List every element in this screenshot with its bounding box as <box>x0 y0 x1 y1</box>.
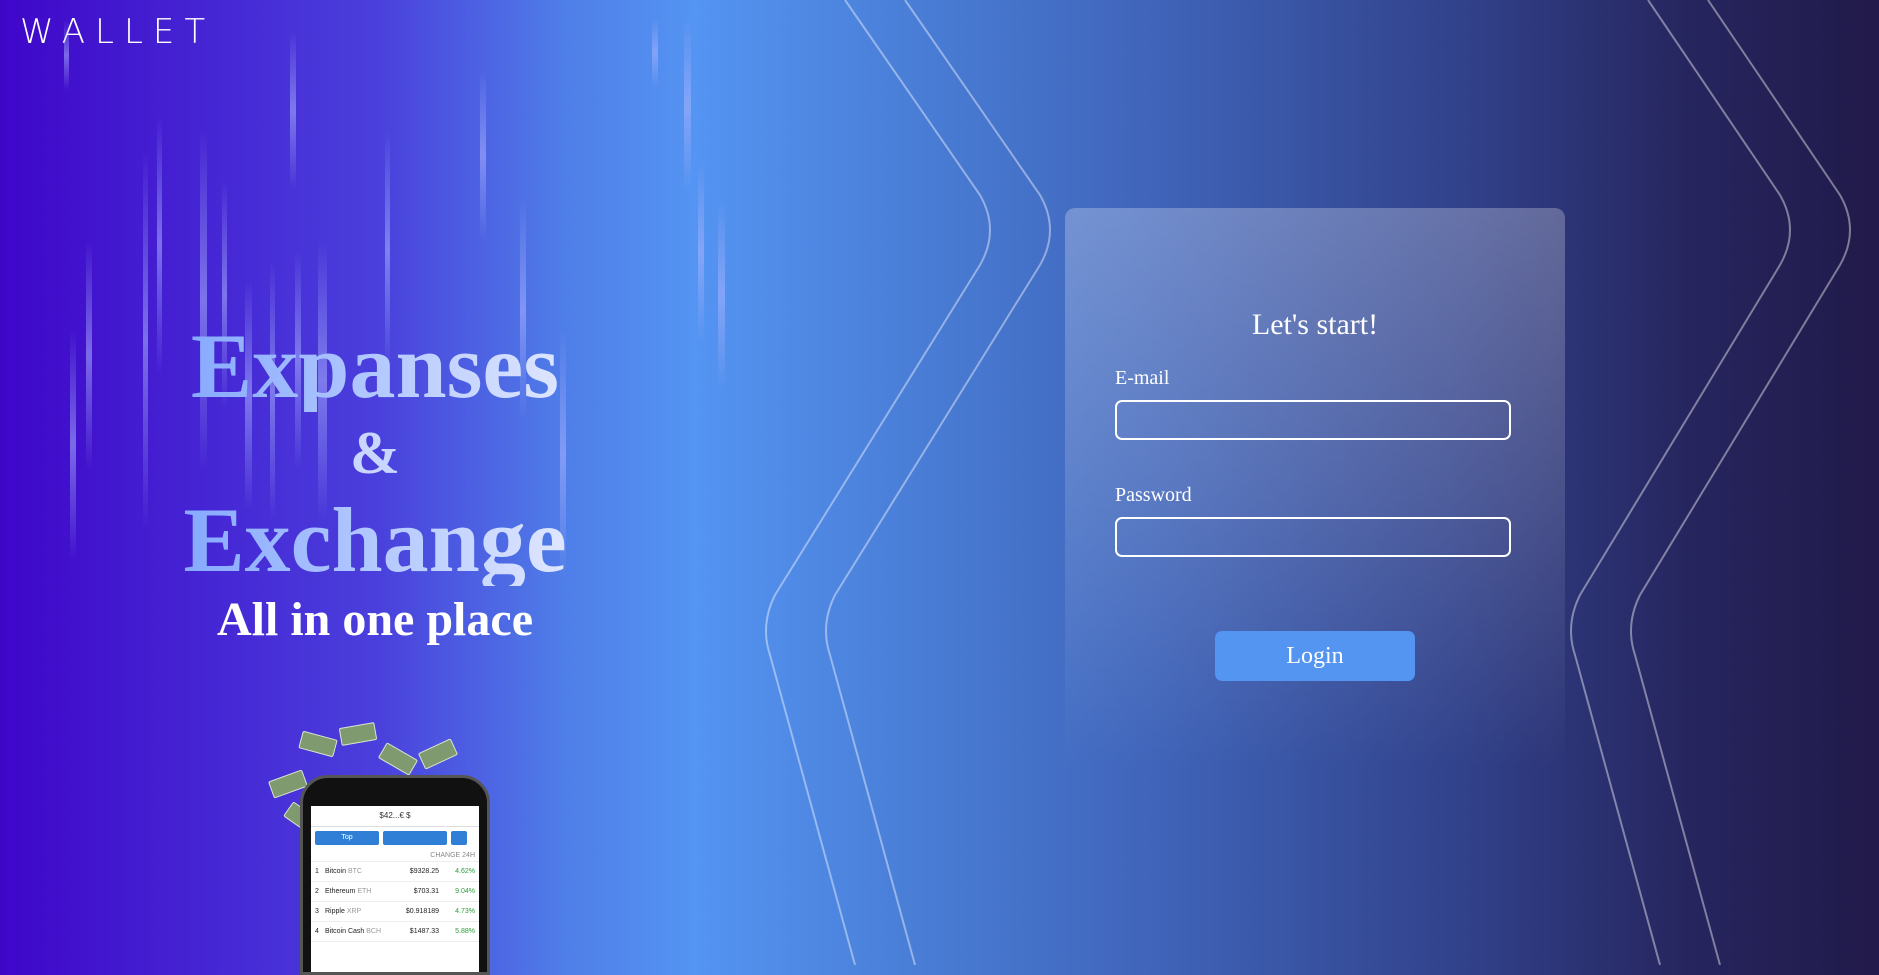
login-title: Let's start! <box>1251 308 1379 341</box>
wallet-logo: WALLET <box>20 12 216 52</box>
phone-column-header: CHANGE 24H <box>311 849 479 862</box>
phone-coin-row: 1 Bitcoin BTC $9328.25 4.62% <box>311 862 479 882</box>
coin-rank: 4 <box>315 928 319 935</box>
email-label: E-mail <box>1115 367 1170 389</box>
coin-rank: 2 <box>315 888 319 895</box>
coin-price: $703.31 <box>413 888 439 895</box>
phone-coin-row: 4 Bitcoin Cash BCH $1487.33 5.88% <box>311 922 479 942</box>
phone-button-row: Top <box>311 827 479 849</box>
phone-column-header-label: CHANGE 24H <box>430 851 475 859</box>
coin-change: 5.88% <box>455 928 475 935</box>
coin-change: 4.62% <box>455 868 475 875</box>
coin-name: Ripple XRP <box>325 908 362 915</box>
phone-tab: Top <box>315 831 379 845</box>
password-field[interactable] <box>1115 517 1511 557</box>
coin-name: Ethereum ETH <box>325 888 372 895</box>
coin-change: 9.04% <box>455 888 475 895</box>
hero-heading: Expanses & Exchange All in one place <box>150 320 600 648</box>
phone-money-illustration: $42...€ $ Top CHANGE 24H 1 Bitcoin BTC $… <box>230 722 500 975</box>
hero-ampersand: & <box>350 420 400 486</box>
hero-tagline: All in one place <box>216 593 533 646</box>
coin-rank: 1 <box>315 868 319 875</box>
hero-line-expanses: Expanses <box>150 320 600 412</box>
phone-screen: $42...€ $ Top CHANGE 24H 1 Bitcoin BTC $… <box>311 806 479 972</box>
phone-coin-row: 2 Ethereum ETH $703.31 9.04% <box>311 882 479 902</box>
coin-rank: 3 <box>315 908 319 915</box>
email-field[interactable] <box>1115 400 1511 440</box>
login-button[interactable]: Login <box>1215 631 1415 681</box>
hero-line-exchange: Exchange <box>150 494 600 586</box>
coin-change: 4.73% <box>455 908 475 915</box>
coin-price: $0.918189 <box>405 908 439 915</box>
coin-name: Bitcoin Cash BCH <box>325 928 382 935</box>
phone-coin-row: 3 Ripple XRP $0.918189 4.73% <box>311 902 479 922</box>
login-card: Let's start! E-mail Password Login <box>1065 208 1565 768</box>
phone-expand-icon <box>451 831 467 845</box>
coin-price: $1487.33 <box>409 928 439 935</box>
phone-tab <box>383 831 447 845</box>
coin-price: $9328.25 <box>409 868 439 875</box>
coin-name: Bitcoin BTC <box>325 868 362 875</box>
phone-device: $42...€ $ Top CHANGE 24H 1 Bitcoin BTC $… <box>300 775 490 975</box>
phone-header: $42...€ $ <box>311 806 479 827</box>
password-label: Password <box>1115 484 1192 506</box>
